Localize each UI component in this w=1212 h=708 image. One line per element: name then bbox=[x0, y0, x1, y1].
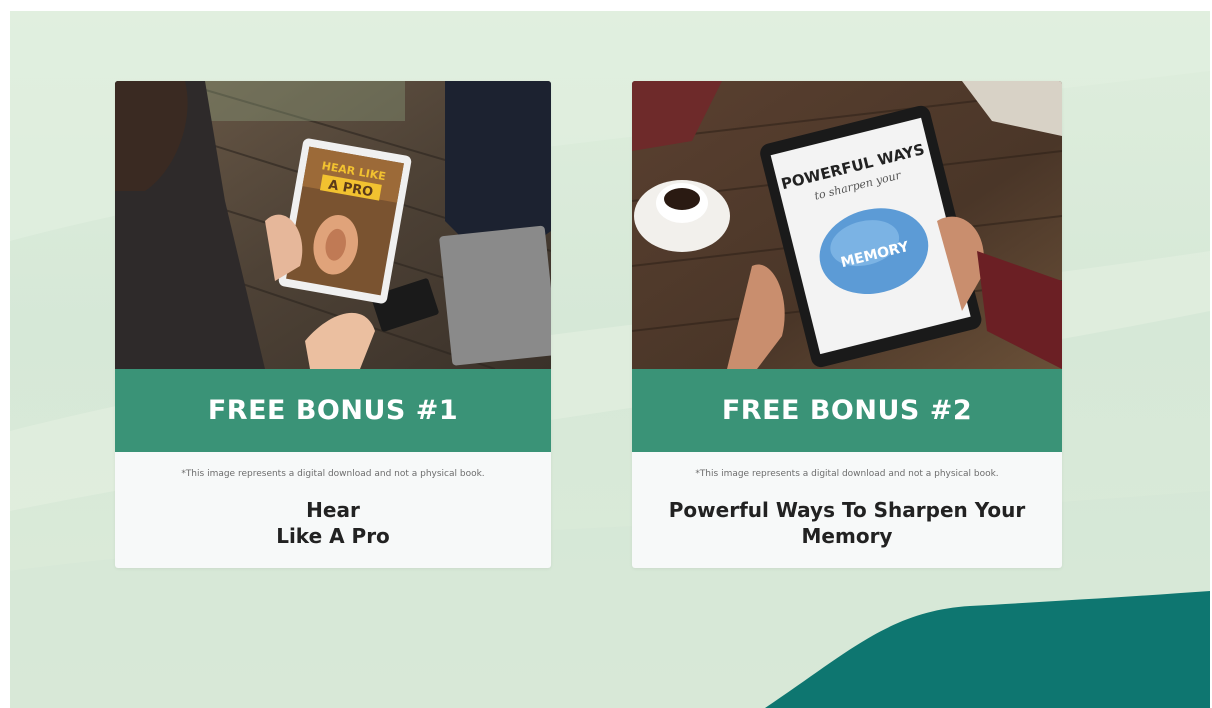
bonus-2-disclaimer: *This image represents a digital downloa… bbox=[695, 469, 999, 479]
bonus-2-photo: POWERFUL WAYS to sharpen your MEMORY bbox=[632, 81, 1062, 369]
bonus-1-title: Hear Like A Pro bbox=[125, 497, 541, 549]
bonus-1-heading: FREE BONUS #1 bbox=[207, 395, 459, 426]
bonus-section: HEAR LIKE A PRO FREE BONUS #1 *This imag… bbox=[10, 11, 1210, 708]
bonus-2-title-line-2: Memory bbox=[801, 524, 893, 548]
bonus-1-title-line-1: Hear bbox=[306, 498, 360, 522]
bonus-card-1: HEAR LIKE A PRO FREE BONUS #1 *This imag… bbox=[115, 81, 551, 568]
bonus-1-title-line-2: Like A Pro bbox=[276, 524, 390, 548]
bonus-card-2: POWERFUL WAYS to sharpen your MEMORY FRE… bbox=[632, 81, 1062, 568]
bonus-2-band: FREE BONUS #2 bbox=[632, 369, 1062, 452]
bonus-1-photo: HEAR LIKE A PRO bbox=[115, 81, 551, 369]
bonus-1-disclaimer: *This image represents a digital downloa… bbox=[181, 469, 485, 479]
bonus-1-band: FREE BONUS #1 bbox=[115, 369, 551, 452]
bonus-2-heading: FREE BONUS #2 bbox=[721, 395, 973, 426]
bonus-2-title: Powerful Ways To Sharpen Your Memory bbox=[642, 497, 1052, 549]
bonus-2-title-line-1: Powerful Ways To Sharpen Your bbox=[668, 498, 1026, 522]
